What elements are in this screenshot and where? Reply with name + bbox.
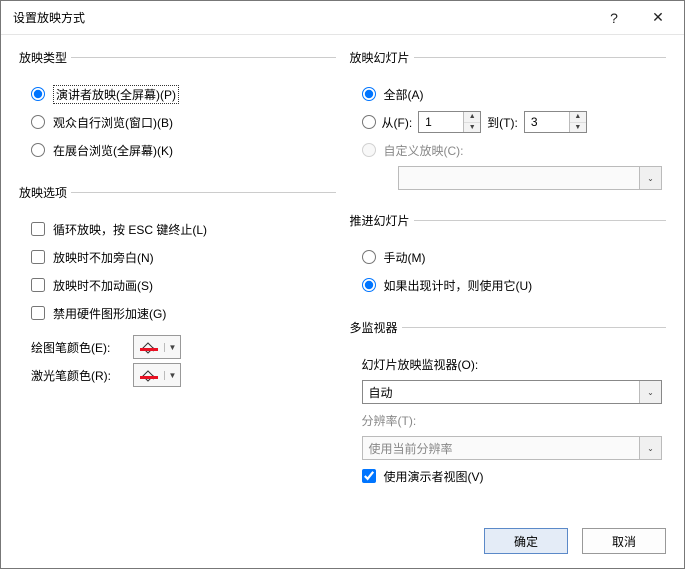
custom-show-value: [399, 167, 640, 189]
cancel-button[interactable]: 取消: [582, 528, 666, 554]
window-title: 设置放映方式: [13, 9, 592, 26]
radio-all-slides[interactable]: 全部(A): [354, 80, 663, 108]
chevron-down-icon: ⌄: [639, 167, 661, 189]
resolution-label: 分辨率(T):: [362, 412, 417, 429]
radio-all-label: 全部(A): [384, 86, 424, 103]
chevron-down-icon[interactable]: ⌄: [639, 381, 661, 403]
ok-button[interactable]: 确定: [484, 528, 568, 554]
check-presenter-view-input[interactable]: [362, 469, 376, 483]
radio-from-input[interactable]: [362, 115, 376, 129]
check-disable-hw-label: 禁用硬件图形加速(G): [53, 305, 166, 322]
resolution-combo: 使用当前分辨率 ⌄: [362, 436, 663, 460]
laser-color-row: 激光笔颜色(R): ▼: [23, 361, 332, 389]
show-type-legend: 放映类型: [19, 49, 71, 66]
radio-from-to[interactable]: 从(F): ▲▼ 到(T): ▲▼: [354, 108, 663, 136]
monitor-label: 幻灯片放映监视器(O):: [362, 356, 479, 373]
custom-show-combo: ⌄: [398, 166, 663, 190]
radio-browse-input[interactable]: [31, 115, 45, 129]
monitor-value: 自动: [363, 381, 640, 403]
radio-manual-label: 手动(M): [384, 249, 426, 266]
pen-color-button[interactable]: ▼: [133, 335, 181, 359]
laser-color-label: 激光笔颜色(R):: [31, 367, 127, 384]
pen-color-swatch: [134, 340, 164, 354]
laser-color-button[interactable]: ▼: [133, 363, 181, 387]
radio-timings[interactable]: 如果出现计时，则使用它(U): [354, 271, 663, 299]
check-loop[interactable]: 循环放映，按 ESC 键终止(L): [23, 215, 332, 243]
advance-group: 推进幻灯片 手动(M) 如果出现计时，则使用它(U): [350, 212, 667, 307]
chevron-down-icon[interactable]: ▼: [464, 123, 480, 133]
radio-custom-input: [362, 143, 376, 157]
radio-manual[interactable]: 手动(M): [354, 243, 663, 271]
laser-color-swatch: [134, 368, 164, 382]
chevron-down-icon: ⌄: [639, 437, 661, 459]
check-no-narration-label: 放映时不加旁白(N): [53, 249, 154, 266]
monitor-combo-row: 自动 ⌄: [354, 378, 663, 406]
bucket-icon: [140, 368, 158, 382]
check-disable-hw[interactable]: 禁用硬件图形加速(G): [23, 299, 332, 327]
monitors-legend: 多监视器: [350, 319, 402, 336]
left-column: 放映类型 演讲者放映(全屏幕)(P) 观众自行浏览(窗口)(B) 在展台浏览(全…: [19, 47, 336, 506]
help-button[interactable]: ?: [592, 3, 636, 33]
dialog-content: 放映类型 演讲者放映(全屏幕)(P) 观众自行浏览(窗口)(B) 在展台浏览(全…: [1, 35, 684, 518]
to-value[interactable]: [525, 112, 569, 132]
from-label: 从(F):: [382, 114, 413, 131]
radio-kiosk[interactable]: 在展台浏览(全屏幕)(K): [23, 136, 332, 164]
check-no-animation-label: 放映时不加动画(S): [53, 277, 153, 294]
close-button[interactable]: ✕: [636, 3, 680, 33]
to-label: 到(T):: [487, 114, 518, 131]
radio-manual-input[interactable]: [362, 250, 376, 264]
resolution-label-row: 分辨率(T):: [354, 406, 663, 434]
resolution-value: 使用当前分辨率: [363, 437, 640, 459]
monitors-group: 多监视器 幻灯片放映监视器(O): 自动 ⌄ 分辨率(T): 使用当前分辨率 ⌄: [350, 319, 667, 498]
radio-timings-input[interactable]: [362, 278, 376, 292]
dialog-footer: 确定 取消: [1, 518, 684, 568]
from-spinner[interactable]: ▲▼: [418, 111, 481, 133]
chevron-up-icon[interactable]: ▲: [464, 112, 480, 123]
radio-kiosk-label: 在展台浏览(全屏幕)(K): [53, 142, 173, 159]
show-options-legend: 放映选项: [19, 184, 71, 201]
radio-all-input[interactable]: [362, 87, 376, 101]
radio-presenter-input[interactable]: [31, 87, 45, 101]
laser-color-dropdown-icon: ▼: [164, 371, 180, 380]
show-slides-legend: 放映幻灯片: [350, 49, 414, 66]
advance-legend: 推进幻灯片: [350, 212, 414, 229]
custom-show-combo-row: ⌄: [354, 164, 663, 192]
bucket-icon: [140, 340, 158, 354]
pen-color-dropdown-icon: ▼: [164, 343, 180, 352]
titlebar: 设置放映方式 ? ✕: [1, 1, 684, 35]
radio-kiosk-input[interactable]: [31, 143, 45, 157]
from-value[interactable]: [419, 112, 463, 132]
to-spinner[interactable]: ▲▼: [524, 111, 587, 133]
radio-browse-label: 观众自行浏览(窗口)(B): [53, 114, 173, 131]
check-no-narration[interactable]: 放映时不加旁白(N): [23, 243, 332, 271]
pen-color-row: 绘图笔颜色(E): ▼: [23, 333, 332, 361]
radio-browse[interactable]: 观众自行浏览(窗口)(B): [23, 108, 332, 136]
monitor-label-row: 幻灯片放映监视器(O):: [354, 350, 663, 378]
check-no-narration-input[interactable]: [31, 250, 45, 264]
radio-custom-show: 自定义放映(C):: [354, 136, 663, 164]
show-options-group: 放映选项 循环放映，按 ESC 键终止(L) 放映时不加旁白(N) 放映时不加动…: [19, 184, 336, 397]
check-loop-input[interactable]: [31, 222, 45, 236]
check-no-animation[interactable]: 放映时不加动画(S): [23, 271, 332, 299]
resolution-combo-row: 使用当前分辨率 ⌄: [354, 434, 663, 462]
radio-presenter-label: 演讲者放映(全屏幕)(P): [53, 85, 179, 104]
check-presenter-view[interactable]: 使用演示者视图(V): [354, 462, 663, 490]
radio-timings-label: 如果出现计时，则使用它(U): [384, 277, 533, 294]
pen-color-label: 绘图笔颜色(E):: [31, 339, 127, 356]
chevron-down-icon[interactable]: ▼: [570, 123, 586, 133]
radio-custom-label: 自定义放映(C):: [384, 142, 464, 159]
chevron-up-icon[interactable]: ▲: [570, 112, 586, 123]
check-loop-label: 循环放映，按 ESC 键终止(L): [53, 221, 207, 238]
check-no-animation-input[interactable]: [31, 278, 45, 292]
check-presenter-view-label: 使用演示者视图(V): [384, 468, 484, 485]
show-slides-group: 放映幻灯片 全部(A) 从(F): ▲▼ 到(T): ▲▼: [350, 49, 667, 200]
right-column: 放映幻灯片 全部(A) 从(F): ▲▼ 到(T): ▲▼: [350, 47, 667, 506]
monitor-combo[interactable]: 自动 ⌄: [362, 380, 663, 404]
check-disable-hw-input[interactable]: [31, 306, 45, 320]
show-type-group: 放映类型 演讲者放映(全屏幕)(P) 观众自行浏览(窗口)(B) 在展台浏览(全…: [19, 49, 336, 172]
radio-presenter[interactable]: 演讲者放映(全屏幕)(P): [23, 80, 332, 108]
